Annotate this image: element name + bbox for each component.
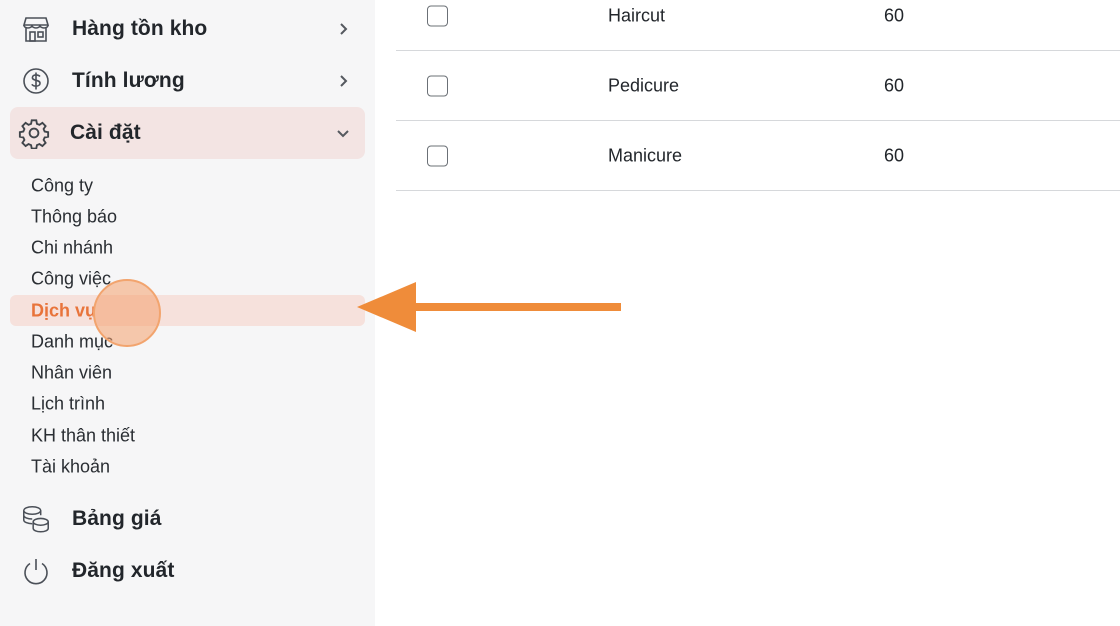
table-row[interactable]: Haircut 60 — [396, 0, 1120, 51]
submenu-item-label: KH thân thiết — [31, 425, 136, 445]
row-checkbox[interactable] — [427, 75, 448, 96]
service-duration: 60 — [884, 5, 905, 25]
submenu-item-services[interactable]: Dịch vụ — [10, 295, 365, 326]
row-checkbox[interactable] — [427, 5, 448, 26]
row-checkbox[interactable] — [427, 145, 448, 166]
table-row[interactable]: Pedicure 60 — [396, 51, 1120, 121]
sidebar-item-inventory[interactable]: Hàng tồn kho — [10, 3, 365, 55]
pointer-arrow — [357, 282, 621, 332]
submenu-item-categories[interactable]: Danh mục — [10, 326, 365, 357]
submenu-item-branches[interactable]: Chi nhánh — [10, 232, 365, 263]
power-icon — [20, 555, 52, 587]
submenu-item-jobs[interactable]: Công việc — [10, 263, 365, 294]
service-name: Manicure — [608, 145, 683, 165]
submenu-item-staff[interactable]: Nhân viên — [10, 357, 365, 388]
service-name: Haircut — [608, 5, 666, 25]
gear-icon — [18, 117, 50, 149]
coins-icon — [20, 503, 52, 535]
sidebar-item-label: Tính lương — [72, 69, 185, 92]
dollar-circle-icon — [20, 65, 52, 97]
sidebar-item-label: Bảng giá — [72, 507, 162, 530]
table-row[interactable]: Manicure 60 — [396, 121, 1120, 191]
chevron-down-icon — [337, 130, 349, 138]
store-icon — [20, 13, 52, 45]
submenu-item-label: Công ty — [31, 175, 94, 195]
sidebar-item-settings[interactable]: Cài đặt — [10, 107, 365, 159]
submenu-item-label: Tài khoản — [31, 456, 111, 476]
submenu-item-label: Lịch trình — [31, 393, 106, 413]
sidebar-item-payroll[interactable]: Tính lương — [10, 55, 365, 107]
sidebar-item-label: Hàng tồn kho — [72, 17, 208, 40]
submenu-item-label: Nhân viên — [31, 362, 113, 382]
sidebar-item-label: Đăng xuất — [72, 559, 175, 582]
sidebar-item-price-list[interactable]: Bảng giá — [10, 493, 365, 545]
chevron-right-icon — [340, 75, 348, 87]
service-duration: 60 — [884, 145, 905, 165]
sidebar-item-label: Cài đặt — [70, 121, 141, 144]
chevron-right-icon — [340, 23, 348, 35]
service-duration: 60 — [884, 75, 905, 95]
submenu-item-schedule[interactable]: Lịch trình — [10, 388, 365, 419]
submenu-item-notifications[interactable]: Thông báo — [10, 201, 365, 232]
submenu-item-label: Công việc — [31, 268, 112, 288]
submenu-item-label: Thông báo — [31, 206, 118, 226]
submenu-item-label: Dịch vụ — [31, 300, 97, 320]
sidebar: Hàng tồn kho Tính lương Cài đặt Công ty … — [0, 0, 375, 626]
sidebar-item-logout[interactable]: Đăng xuất — [10, 545, 365, 597]
submenu-item-company[interactable]: Công ty — [10, 170, 365, 201]
submenu-item-label: Danh mục — [31, 331, 114, 351]
submenu-item-label: Chi nhánh — [31, 237, 114, 257]
submenu-item-account[interactable]: Tài khoản — [10, 451, 365, 482]
service-name: Pedicure — [608, 75, 680, 95]
submenu-item-loyalty[interactable]: KH thân thiết — [10, 420, 365, 451]
